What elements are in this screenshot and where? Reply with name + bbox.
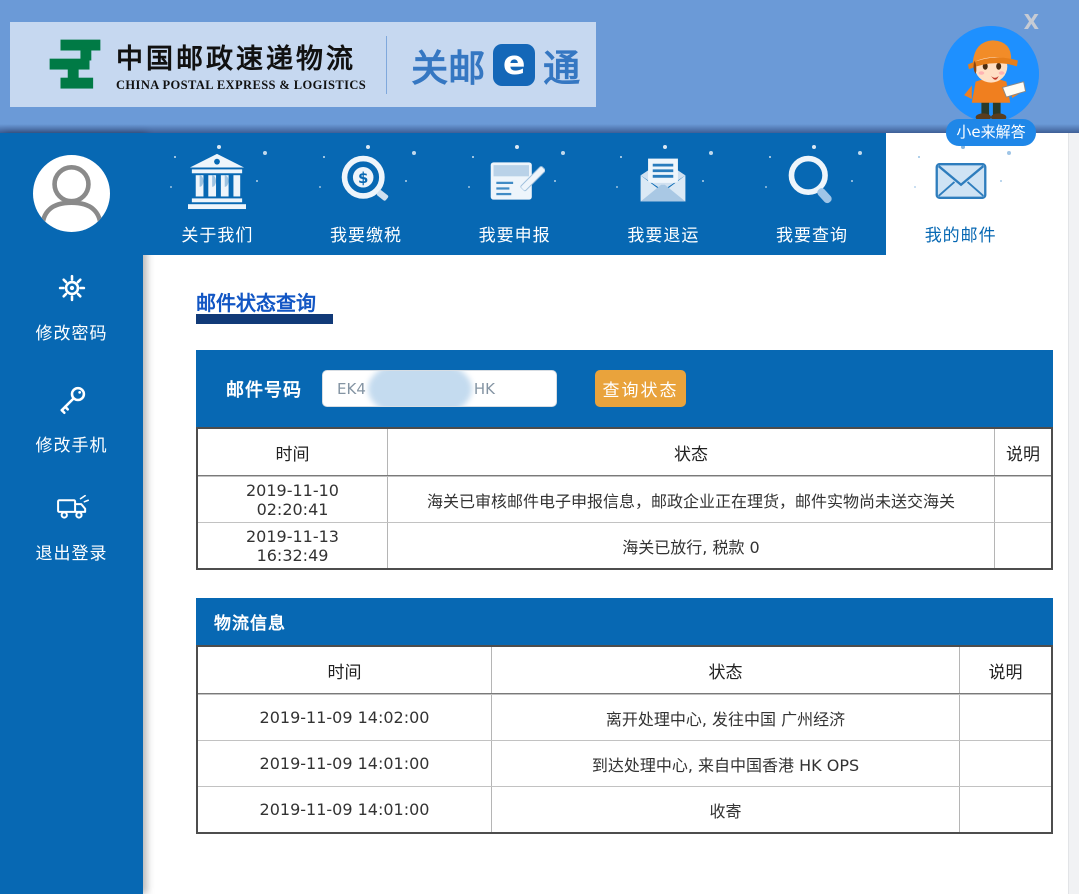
bank-icon — [180, 147, 254, 215]
cell-time: 2019-11-09 14:01:00 — [198, 741, 491, 786]
tracking-number-suffix: HK — [474, 380, 495, 398]
cell-status: 海关已审核邮件电子申报信息，邮政企业正在理货，邮件实物尚未送交海关 — [387, 477, 994, 522]
app-name-suffix: 通 — [543, 38, 580, 92]
column-header-status: 状态 — [387, 429, 994, 475]
nav-tab-return-shipment[interactable]: 我要退运 — [589, 133, 738, 255]
sidebar-item-label: 修改密码 — [0, 319, 143, 344]
table-row: 2019-11-09 14:01:00 到达处理中心, 来自中国香港 HK OP… — [198, 740, 1051, 786]
mascot-assistant[interactable]: 小e来解答 — [942, 26, 1040, 146]
app-window: 中国邮政速递物流 CHINA POSTAL EXPRESS & LOGISTIC… — [0, 0, 1079, 894]
nav-tab-label: 关于我们 — [181, 221, 253, 246]
user-avatar[interactable] — [33, 155, 110, 232]
nav-tab-label: 我的邮件 — [925, 221, 997, 246]
nav-tab-label: 我要缴税 — [330, 221, 402, 246]
query-panel: 邮件号码 EK4 HK 查询状态 — [196, 350, 1053, 427]
nav-tab-inquiry[interactable]: 我要查询 — [738, 133, 887, 255]
nav-tab-my-mail[interactable]: 我的邮件 — [886, 133, 1035, 255]
nav-tab-label: 我要查询 — [776, 221, 848, 246]
return-mail-icon — [626, 147, 700, 215]
logo-text: 中国邮政速递物流 CHINA POSTAL EXPRESS & LOGISTIC… — [116, 37, 366, 93]
cell-time: 2019-11-09 14:01:00 — [198, 787, 491, 832]
key-icon — [55, 383, 89, 417]
e-badge: e — [493, 44, 535, 86]
tax-magnifier-icon: $ — [329, 147, 403, 215]
cell-status: 到达处理中心, 来自中国香港 HK OPS — [491, 741, 959, 786]
query-status-button[interactable]: 查询状态 — [595, 370, 686, 407]
logistics-table: 时间 状态 说明 2019-11-09 14:02:00 离开处理中心, 发往中… — [196, 645, 1053, 834]
cell-note — [994, 477, 1051, 522]
cell-note — [959, 741, 1051, 786]
brand-divider — [386, 36, 387, 94]
sidebar-item-logout[interactable]: 退出登录 — [0, 491, 143, 564]
title-underline — [196, 314, 333, 324]
column-header-time: 时间 — [198, 429, 387, 475]
sidebar-item-change-password[interactable]: 修改密码 — [0, 271, 143, 344]
person-icon — [33, 155, 110, 232]
table-row: 2019-11-10 02:20:41 海关已审核邮件电子申报信息，邮政企业正在… — [198, 476, 1051, 522]
logo-cn: 中国邮政速递物流 — [116, 37, 366, 76]
cell-status: 收寄 — [491, 787, 959, 832]
header: 中国邮政速递物流 CHINA POSTAL EXPRESS & LOGISTIC… — [0, 0, 1079, 133]
status-table-header: 时间 状态 说明 — [198, 429, 1051, 476]
logistics-table-header: 时间 状态 说明 — [198, 647, 1051, 694]
nav-tab-about-us[interactable]: 关于我们 — [143, 133, 292, 255]
cell-status: 离开处理中心, 发往中国 广州经济 — [491, 695, 959, 740]
page-title: 邮件状态查询 — [196, 287, 316, 316]
sparkle-dots — [366, 145, 370, 149]
tracking-number-input[interactable]: EK4 HK — [322, 370, 557, 407]
cell-note — [959, 787, 1051, 832]
sidebar-item-change-phone[interactable]: 修改手机 — [0, 383, 143, 456]
column-header-note: 说明 — [994, 429, 1051, 475]
sparkle-dots — [812, 145, 816, 149]
table-row: 2019-11-13 16:32:49 海关已放行, 税款 0 — [198, 522, 1051, 568]
column-header-time: 时间 — [198, 647, 491, 693]
nav-tab-pay-tax[interactable]: $ 我要缴税 — [292, 133, 441, 255]
declare-doc-icon — [478, 147, 552, 215]
column-header-note: 说明 — [959, 647, 1051, 693]
app-name: 关邮 e 通 — [411, 38, 580, 92]
tracking-number-prefix: EK4 — [337, 380, 366, 398]
table-row: 2019-11-09 14:02:00 离开处理中心, 发往中国 广州经济 — [198, 694, 1051, 740]
mail-icon — [924, 147, 998, 215]
cell-note — [959, 695, 1051, 740]
cell-time: 2019-11-13 16:32:49 — [198, 523, 387, 568]
truck-icon — [55, 491, 89, 525]
gear-icon — [55, 271, 89, 305]
nav-tab-label: 我要退运 — [627, 221, 699, 246]
content-area: 邮件状态查询 邮件号码 EK4 HK 查询状态 时间 状态 说明 2019-11… — [143, 255, 1079, 894]
nav-tab-declare[interactable]: 我要申报 — [440, 133, 589, 255]
app-name-prefix: 关邮 — [411, 38, 485, 92]
sidebar-item-label: 退出登录 — [0, 539, 143, 564]
mail-number-label: 邮件号码 — [226, 376, 302, 402]
cell-time: 2019-11-10 02:20:41 — [198, 477, 387, 522]
cell-time: 2019-11-09 14:02:00 — [198, 695, 491, 740]
privacy-blur-overlay — [368, 370, 472, 407]
logistics-section-header: 物流信息 — [196, 598, 1053, 645]
mascot-label: 小e来解答 — [946, 119, 1035, 146]
table-row: 2019-11-09 14:01:00 收寄 — [198, 786, 1051, 832]
nav-tab-label: 我要申报 — [479, 221, 551, 246]
status-table: 时间 状态 说明 2019-11-10 02:20:41 海关已审核邮件电子申报… — [196, 427, 1053, 570]
sidebar-item-label: 修改手机 — [0, 431, 143, 456]
main-nav: 关于我们 $ 我要缴税 — [143, 133, 1035, 255]
logo-en: CHINA POSTAL EXPRESS & LOGISTICS — [116, 78, 366, 93]
sidebar: 修改密码 修改手机 — [0, 133, 143, 894]
mascot-icon — [943, 26, 1039, 122]
cell-status: 海关已放行, 税款 0 — [387, 523, 994, 568]
search-icon — [775, 147, 849, 215]
china-post-logo-icon — [46, 38, 104, 92]
scrollbar[interactable] — [1068, 133, 1079, 894]
brand-band: 中国邮政速递物流 CHINA POSTAL EXPRESS & LOGISTIC… — [10, 22, 596, 107]
sparkle-dots — [515, 145, 519, 149]
logistics-title: 物流信息 — [214, 609, 286, 634]
svg-text:$: $ — [358, 169, 368, 187]
column-header-status: 状态 — [491, 647, 959, 693]
cell-note — [994, 523, 1051, 568]
